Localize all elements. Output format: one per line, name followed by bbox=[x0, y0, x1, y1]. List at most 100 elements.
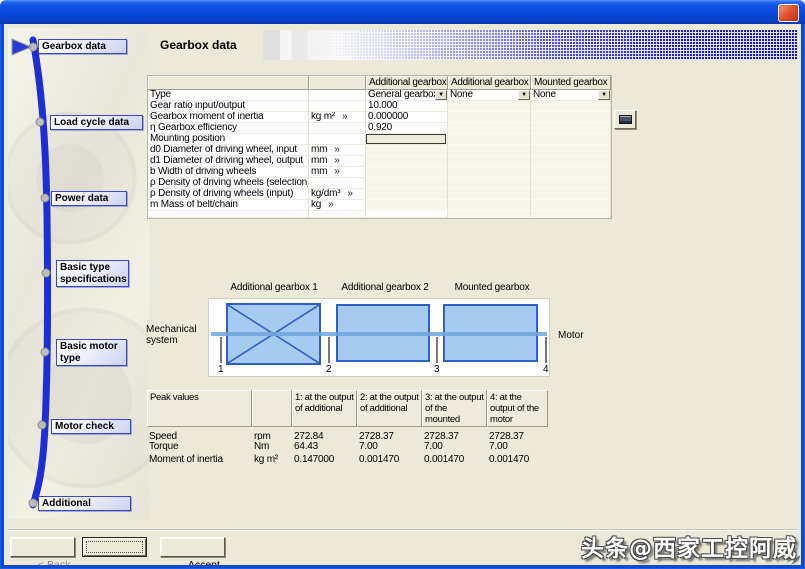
gearbox-type-dropdown[interactable]: None▼ bbox=[448, 90, 531, 101]
sidebar-step-power-data[interactable]: Power data bbox=[51, 191, 127, 206]
step-node bbox=[41, 348, 49, 356]
dialog-content: Gearbox data Load cycle data Power data … bbox=[4, 24, 801, 565]
gearbox-filler-cell bbox=[531, 211, 611, 218]
unit-text: kg/dm³ bbox=[311, 189, 340, 199]
gearbox-filler-cell bbox=[148, 211, 309, 218]
gearbox-col-header: Mounted gearbox bbox=[531, 76, 611, 90]
peak-value-cell: 0.001470 bbox=[357, 453, 422, 466]
tick-number-3: 3 bbox=[434, 364, 440, 375]
tick-number-2: 2 bbox=[326, 364, 332, 375]
unit-text: kg m² bbox=[311, 112, 335, 122]
gearbox-value-cell bbox=[531, 123, 611, 134]
sidebar-step-additional-version[interactable]: Additional version bbox=[38, 496, 131, 511]
open-dialog-button[interactable] bbox=[614, 110, 636, 129]
step-node bbox=[29, 499, 37, 507]
gearbox-row-unit: mm» bbox=[309, 167, 366, 178]
banner-photo-fragment bbox=[263, 30, 349, 60]
current-step-arrow-icon bbox=[12, 39, 31, 55]
peak-value-cell: 64.43 bbox=[292, 440, 357, 453]
mounting-position-input[interactable] bbox=[366, 134, 446, 144]
gearbox-row-unit: kg» bbox=[309, 200, 366, 211]
gearbox-value-cell bbox=[448, 189, 531, 200]
gearbox-row-label: ρ Density of driving wheels (input) bbox=[148, 189, 309, 200]
gearbox-cell bbox=[366, 134, 448, 145]
gearbox-value-cell bbox=[531, 178, 611, 189]
peak-row-label: Torque bbox=[147, 440, 252, 453]
diagram-label-additional-gearbox-1: Additional gearbox 1 bbox=[216, 282, 332, 293]
gearbox-value-cell[interactable]: 0.920 bbox=[366, 123, 448, 134]
sidebar-step-gearbox-data[interactable]: Gearbox data bbox=[38, 39, 127, 54]
gearbox-type-dropdown[interactable]: General gearbox▼ bbox=[366, 90, 448, 101]
gearbox-row-unit bbox=[309, 123, 366, 134]
peak-row-label: Speed bbox=[147, 427, 252, 440]
focus-rect bbox=[86, 541, 143, 553]
titlebar[interactable]: Motor wizard 1FT/1FK Step 1 ✕ bbox=[0, 0, 805, 24]
panel-icon bbox=[619, 115, 632, 124]
gearbox-row-label: d0 Diameter of driving wheel, input bbox=[148, 145, 309, 156]
next-button[interactable]: Next > bbox=[82, 537, 147, 557]
chevron-down-icon[interactable]: ▼ bbox=[518, 90, 530, 100]
step-node bbox=[41, 194, 49, 202]
accept-button[interactable]: Accept bbox=[160, 537, 225, 557]
dropdown-value: None bbox=[448, 90, 518, 100]
shaft-tick-3 bbox=[436, 337, 438, 363]
sidebar-step-motor-check[interactable]: Motor check bbox=[51, 419, 131, 434]
chevron-down-icon[interactable]: ▼ bbox=[598, 90, 610, 100]
peak-row-unit: rpm bbox=[252, 427, 292, 440]
gearbox-value-cell bbox=[366, 178, 448, 189]
gearbox-value-cell bbox=[448, 178, 531, 189]
peak-value-cell: 2728.37 bbox=[357, 427, 422, 440]
chevron-down-icon[interactable]: ▼ bbox=[435, 90, 447, 100]
step-node bbox=[42, 269, 50, 277]
sidebar-step-load-cycle-data[interactable]: Load cycle data bbox=[50, 115, 143, 130]
peak-values-table: Peak values1: at the output of additiona… bbox=[147, 390, 548, 466]
peak-row-label: Moment of inertia bbox=[147, 453, 252, 466]
peak-value-cell: 7.00 bbox=[357, 440, 422, 453]
motor-wizard-window: Motor wizard 1FT/1FK Step 1 ✕ Gea bbox=[0, 0, 805, 569]
gearbox-col-header bbox=[148, 76, 309, 90]
gearbox-value-cell[interactable]: 10.000 bbox=[366, 101, 448, 112]
gearbox-value-cell bbox=[448, 134, 531, 145]
gearbox-row-unit bbox=[309, 101, 366, 112]
gearbox-value-cell[interactable]: 0.000000 bbox=[366, 112, 448, 123]
peak-value-cell: 2728.37 bbox=[487, 427, 548, 440]
mechanical-system-label: Mechanical system bbox=[146, 324, 204, 346]
gearbox-value-cell bbox=[531, 145, 611, 156]
shaft-line bbox=[211, 332, 547, 336]
window-frame: Motor wizard 1FT/1FK Step 1 ✕ Gea bbox=[0, 0, 805, 569]
gearbox-value-cell bbox=[366, 145, 448, 156]
gearbox-type-dropdown[interactable]: None▼ bbox=[531, 90, 611, 101]
peak-header-unit bbox=[252, 390, 292, 427]
gearbox-row-unit bbox=[309, 90, 366, 101]
step-node bbox=[36, 118, 44, 126]
gearbox-row-label: Type bbox=[148, 90, 309, 101]
back-button[interactable]: < Back bbox=[10, 537, 75, 557]
unit-more-icon: » bbox=[334, 145, 339, 155]
gearbox-value-cell bbox=[531, 134, 611, 145]
tick-number-1: 1 bbox=[218, 364, 224, 375]
gearbox-value-cell bbox=[366, 200, 448, 211]
peak-value-cell: 272.84 bbox=[292, 427, 357, 440]
peak-col-header: 4: at the output of the motor bbox=[487, 390, 548, 427]
dropdown-value: General gearbox bbox=[366, 90, 435, 100]
sidebar-step-basic-type-specifications[interactable]: Basic type specifications bbox=[56, 260, 129, 287]
gearbox-value-cell bbox=[531, 112, 611, 123]
drivetrain-diagram: 1 2 3 4 bbox=[208, 298, 550, 377]
gearbox-table: Additional gearbox 1Additional gearbox 2… bbox=[147, 75, 612, 219]
peak-value-cell: 2728.37 bbox=[422, 427, 487, 440]
peak-value-cell: 0.147000 bbox=[292, 453, 357, 466]
peak-value-cell: 0.001470 bbox=[487, 453, 548, 466]
unit-more-icon: » bbox=[334, 167, 339, 177]
diagram-label-mounted-gearbox: Mounted gearbox bbox=[434, 282, 550, 293]
gearbox-row-label: m Mass of belt/chain bbox=[148, 200, 309, 211]
gearbox-row-label: Mounting position bbox=[148, 134, 309, 145]
gearbox-value-cell bbox=[531, 156, 611, 167]
peak-header-title: Peak values bbox=[147, 390, 252, 427]
peak-row-unit: Nm bbox=[252, 440, 292, 453]
close-button[interactable]: ✕ bbox=[778, 4, 799, 22]
gearbox-row-unit bbox=[309, 134, 366, 145]
dropdown-value: None bbox=[531, 90, 598, 100]
peak-row-unit: kg m² bbox=[252, 453, 292, 466]
page-title: Gearbox data bbox=[160, 38, 237, 52]
sidebar-step-basic-motor-type[interactable]: Basic motor type bbox=[56, 339, 127, 366]
